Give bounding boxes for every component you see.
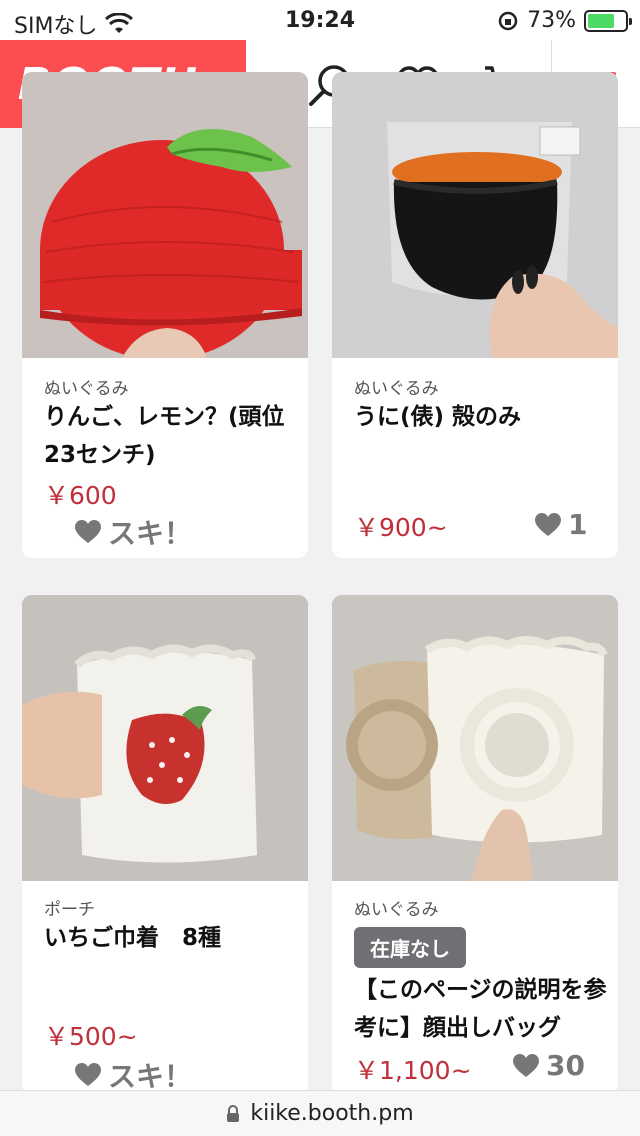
status-bar: SIMなし 19:24 73% xyxy=(0,0,640,40)
product-category: ぬいぐるみ xyxy=(354,379,439,399)
like-button[interactable]: スキ！ xyxy=(74,1055,192,1095)
product-title[interactable]: 【このページの説明を参考に】顔出しバッグ xyxy=(354,971,616,1047)
product-image[interactable] xyxy=(22,72,308,358)
lock-icon xyxy=(227,1104,240,1122)
status-right: 73% xyxy=(497,8,632,33)
like-count: 30 xyxy=(546,1049,585,1082)
product-title[interactable]: うに(俵) 殻のみ xyxy=(354,398,616,436)
product-card[interactable]: ポーチ いちご巾着 8種 ￥500~ スキ！ xyxy=(22,595,308,1095)
like-button[interactable]: 1 xyxy=(534,508,587,541)
like-count: 1 xyxy=(568,508,588,541)
product-image[interactable] xyxy=(332,72,618,358)
apple-hat-image xyxy=(22,72,308,358)
product-category: ぬいぐるみ xyxy=(354,900,439,920)
heart-icon xyxy=(513,1053,539,1077)
product-price: ￥900~ xyxy=(354,513,448,542)
product-title[interactable]: りんご、レモン？(頭位23センチ) xyxy=(44,398,306,474)
product-price: ￥1,100~ xyxy=(354,1056,472,1085)
heart-icon xyxy=(75,1063,101,1086)
url-text: kiike.booth.pm xyxy=(250,1101,414,1126)
product-card[interactable]: ぬいぐるみ うに(俵) 殻のみ ￥900~ 1 xyxy=(332,72,618,558)
battery-percent: 73% xyxy=(527,8,576,33)
out-of-stock-badge: 在庫なし xyxy=(354,927,466,968)
product-card[interactable]: ぬいぐるみ りんご、レモン？(頭位23センチ) ￥600 スキ！ xyxy=(22,72,308,558)
product-category: ポーチ xyxy=(44,900,95,920)
orientation-lock-icon xyxy=(498,11,518,30)
heart-icon xyxy=(75,520,101,543)
product-image[interactable] xyxy=(22,595,308,881)
like-button[interactable]: スキ！ xyxy=(74,512,192,552)
like-label: スキ！ xyxy=(108,517,193,550)
like-button[interactable]: 30 xyxy=(512,1049,585,1082)
product-image[interactable] xyxy=(332,595,618,881)
like-label: スキ！ xyxy=(108,1060,193,1093)
product-price: ￥500~ xyxy=(44,1022,138,1051)
product-card[interactable]: ぬいぐるみ 在庫なし 【このページの説明を参考に】顔出しバッグ ￥1,100~ … xyxy=(332,595,618,1095)
battery-icon xyxy=(584,9,632,32)
browser-url-bar[interactable]: kiike.booth.pm xyxy=(0,1090,640,1136)
product-price: ￥600 xyxy=(44,481,117,510)
strawberry-pouch-image xyxy=(22,595,308,881)
sea-urchin-image xyxy=(332,72,618,358)
heart-icon xyxy=(535,512,561,536)
product-category: ぬいぐるみ xyxy=(44,379,129,399)
face-bag-image xyxy=(332,595,618,881)
product-title[interactable]: いちご巾着 8種 xyxy=(44,919,306,957)
